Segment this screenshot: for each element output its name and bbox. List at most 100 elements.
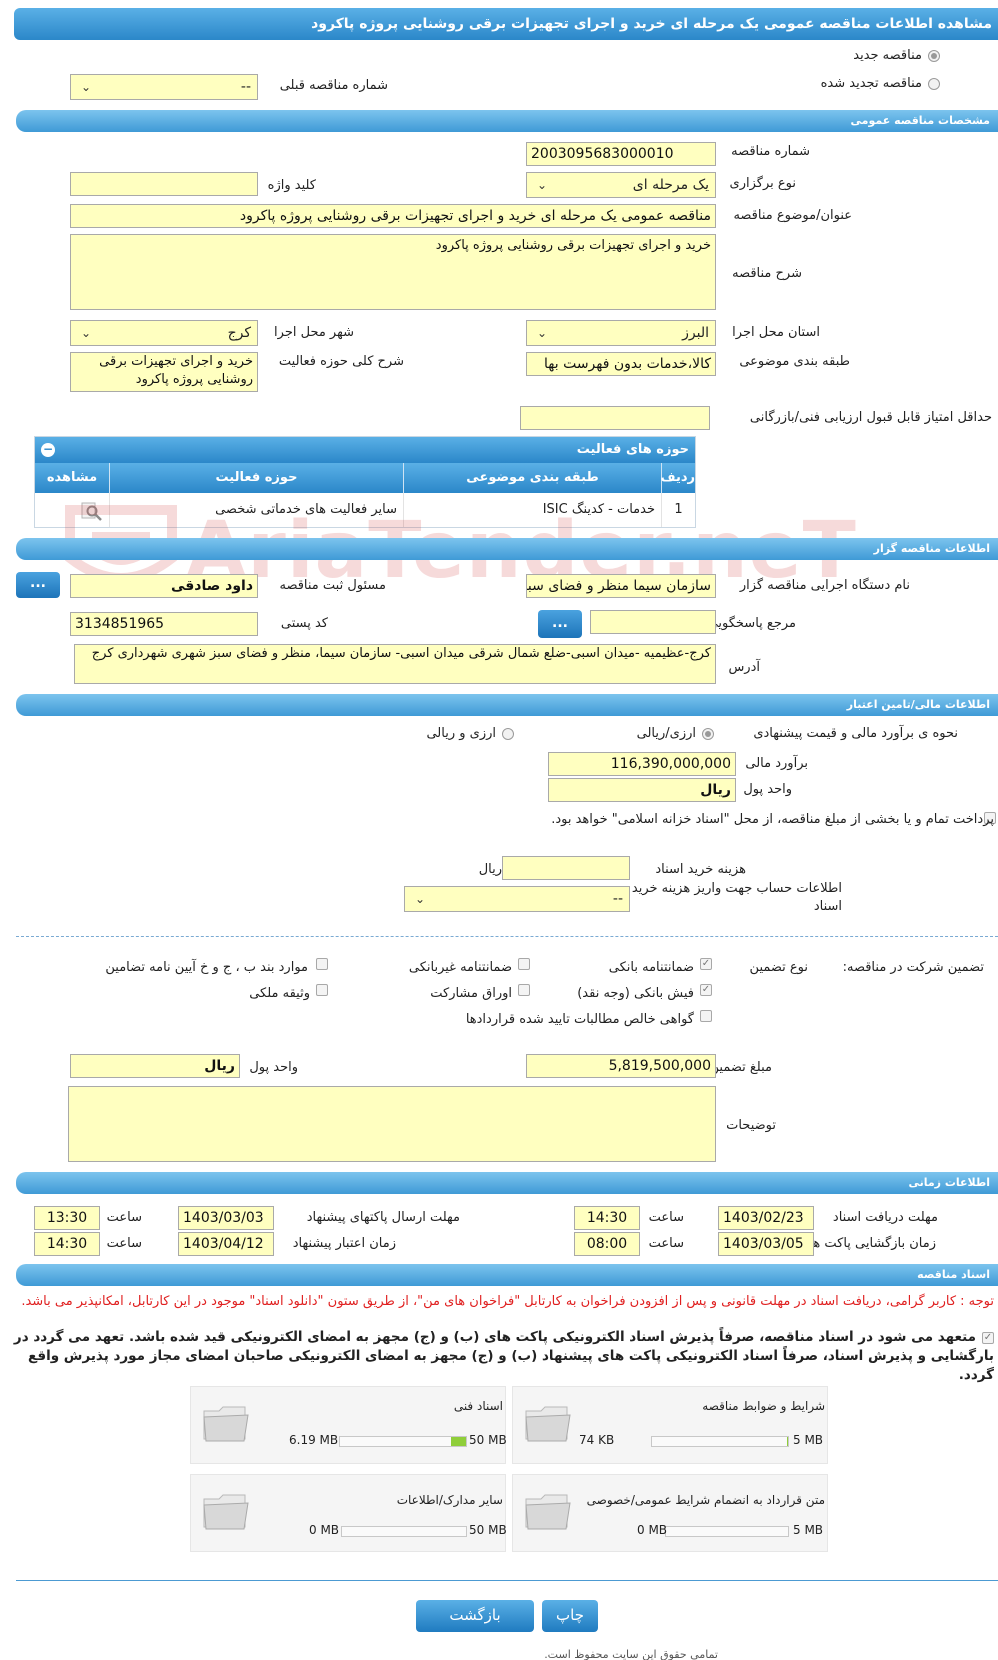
description-field[interactable]: خرید و اجرای تجهیزات برقی روشنایی پروژه …: [70, 234, 716, 310]
guarantee-option-label: ضمانتنامه غیربانکی: [408, 960, 512, 975]
commitment-text: متعهد می شود در اسناد مناقصه، صرفاً پذیر…: [13, 1329, 994, 1383]
notes-label: توضیحات: [726, 1118, 776, 1133]
subject-field[interactable]: مناقصه عمومی یک مرحله ای خرید و اجرای تج…: [70, 204, 716, 228]
receive-time-field[interactable]: 14:30: [574, 1206, 640, 1230]
section-general: مشخصات مناقصه عمومی: [16, 110, 998, 132]
keyword-label: کلید واژه: [267, 178, 316, 193]
receive-date-field[interactable]: 1403/02/23: [718, 1206, 814, 1230]
activity-desc-field[interactable]: خرید و اجرای تجهیزات برقی روشنایی پروژه …: [70, 352, 258, 392]
province-label: استان محل اجرا: [732, 325, 820, 340]
open-label: زمان بازگشایی پاکت ها: [809, 1236, 936, 1251]
guarantee-option-checkbox[interactable]: [700, 1010, 712, 1022]
send-date-field[interactable]: 1403/03/03: [178, 1206, 274, 1230]
guarantee-option-checkbox[interactable]: [518, 984, 530, 996]
guarantee-option-label: وثیقه ملکی: [249, 986, 310, 1001]
estimate-field[interactable]: 116,390,000,000: [548, 752, 736, 776]
guarantee-option-checkbox[interactable]: ✓: [700, 984, 712, 996]
guarantee-option-checkbox[interactable]: [316, 984, 328, 996]
section-finance: اطلاعات مالی/تامین اعتبار: [16, 694, 998, 716]
doc-card[interactable]: متن قرارداد به انضمام شرایط عمومی/خصوصی …: [512, 1474, 828, 1552]
doc-card-progress: [651, 1436, 789, 1447]
reference-label: مرجع پاسخگویی: [707, 616, 796, 631]
doc-card[interactable]: اسناد فنی 6.19 MB 50 MB: [190, 1386, 507, 1464]
doc-card-max: 5 MB: [793, 1433, 824, 1447]
category-field[interactable]: کالا،خدمات بدون فهرست بها: [526, 352, 716, 376]
magnifier-icon[interactable]: [81, 501, 103, 521]
radio-renewed-label: مناقصه تجدید شده: [820, 76, 922, 91]
col-category: طبقه بندی موضوعی: [403, 463, 661, 493]
doc-card-max: 50 MB: [469, 1523, 507, 1537]
collapse-icon[interactable]: −: [41, 443, 55, 457]
guarantee-option-checkbox[interactable]: [518, 958, 530, 970]
open-time-field[interactable]: 08:00: [574, 1232, 640, 1256]
address-field[interactable]: کرج-عظیمیه -میدان اسبی-ضلع شمال شرقی مید…: [74, 644, 716, 684]
reference-field[interactable]: [590, 610, 716, 634]
guarantee-option-checkbox[interactable]: ✓: [700, 958, 712, 970]
doc-card-progress: [341, 1526, 467, 1537]
time-label: ساعت: [648, 1210, 684, 1225]
treasury-text: پرداخت تمام و یا بخشی از مبلغ مناقصه، از…: [551, 812, 994, 827]
chevron-down-icon: ⌄: [81, 326, 92, 340]
doc-card[interactable]: شرایط و ضوابط مناقصه 74 KB 5 MB: [512, 1386, 828, 1464]
account-select[interactable]: -- ⌄: [404, 886, 630, 912]
chevron-down-icon: ⌄: [81, 80, 92, 94]
keyword-field[interactable]: [70, 172, 258, 196]
radio-currency-and-rial-label: ارزی و ریالی: [426, 726, 496, 741]
send-time-field[interactable]: 13:30: [34, 1206, 100, 1230]
time-label: ساعت: [106, 1210, 142, 1225]
folder-icon: [525, 1406, 571, 1442]
tender-number-field[interactable]: 2003095683000010: [526, 142, 716, 166]
doc-card-title: شرایط و ضوابط مناقصه: [702, 1399, 825, 1413]
estimate-method-label: نحوه ی برآورد مالی و قیمت پیشنهادی: [753, 726, 958, 741]
radio-new-tender[interactable]: [928, 50, 940, 62]
print-button[interactable]: چاپ: [542, 1600, 598, 1632]
radio-currency-rial[interactable]: [702, 728, 714, 740]
city-select[interactable]: کرج ⌄: [70, 320, 258, 346]
doc-card-max: 50 MB: [469, 1433, 507, 1447]
responsible-lookup-button[interactable]: ...: [16, 572, 60, 598]
activity-desc-label: شرح کلی حوزه فعالیت: [278, 354, 404, 369]
col-row: ردیف: [660, 463, 695, 493]
responsible-field[interactable]: داود صادقی: [70, 574, 258, 598]
currency-field[interactable]: ریال: [548, 778, 736, 802]
doc-card-progress: [339, 1436, 467, 1447]
province-select[interactable]: البرز ⌄: [526, 320, 716, 346]
validity-label: زمان اعتبار پیشنهاد: [292, 1236, 396, 1251]
org-field[interactable]: سازمان سیما منظر و فضای سبز شهری شهرداری…: [526, 574, 716, 598]
notes-field[interactable]: [68, 1086, 716, 1162]
doc-card-title: متن قرارداد به انضمام شرایط عمومی/خصوصی: [586, 1493, 825, 1507]
back-button[interactable]: بازگشت: [416, 1600, 534, 1632]
address-label: آدرس: [728, 660, 760, 675]
validity-time-field[interactable]: 14:30: [34, 1232, 100, 1256]
divider: [16, 1580, 998, 1581]
activities-table: حوزه های فعالیت − ردیف طبقه بندی موضوعی …: [34, 436, 696, 528]
chevron-down-icon: ⌄: [537, 178, 548, 192]
radio-currency-and-rial[interactable]: [502, 728, 514, 740]
category-label: طبقه بندی موضوعی: [739, 354, 850, 369]
guarantee-option-checkbox[interactable]: [316, 958, 328, 970]
doc-cost-field[interactable]: [502, 856, 630, 880]
guarantee-currency-field[interactable]: ریال: [70, 1054, 240, 1078]
responsible-label: مسئول ثبت مناقصه: [279, 578, 386, 593]
folder-icon: [525, 1494, 571, 1530]
chevron-down-icon: ⌄: [537, 326, 548, 340]
validity-date-field[interactable]: 1403/04/12: [178, 1232, 274, 1256]
doc-card-used: 0 MB: [309, 1523, 340, 1537]
postal-field[interactable]: 3134851965: [70, 612, 258, 636]
guarantee-amount-field[interactable]: 5,819,500,000: [526, 1054, 716, 1078]
radio-renewed-tender[interactable]: [928, 78, 940, 90]
doc-card-title: سایر مدارک/اطلاعات: [396, 1493, 503, 1507]
type-select[interactable]: یک مرحله ای ⌄: [526, 172, 716, 198]
prev-number-select[interactable]: -- ⌄: [70, 74, 258, 100]
guarantee-option-label: فیش بانکی (وجه نقد): [577, 986, 694, 1001]
open-date-field[interactable]: 1403/03/05: [718, 1232, 814, 1256]
doc-card[interactable]: سایر مدارک/اطلاعات 0 MB 50 MB: [190, 1474, 507, 1552]
postal-label: کد پستی: [280, 616, 328, 631]
send-label: مهلت ارسال پاکتهای پیشنهاد: [306, 1210, 460, 1225]
reference-lookup-button[interactable]: ...: [538, 610, 582, 638]
min-score-field[interactable]: [520, 406, 710, 430]
chevron-down-icon: ⌄: [415, 892, 426, 906]
divider: [16, 936, 998, 937]
row-view-cell: [35, 493, 109, 527]
currency-label: واحد پول: [743, 782, 792, 797]
